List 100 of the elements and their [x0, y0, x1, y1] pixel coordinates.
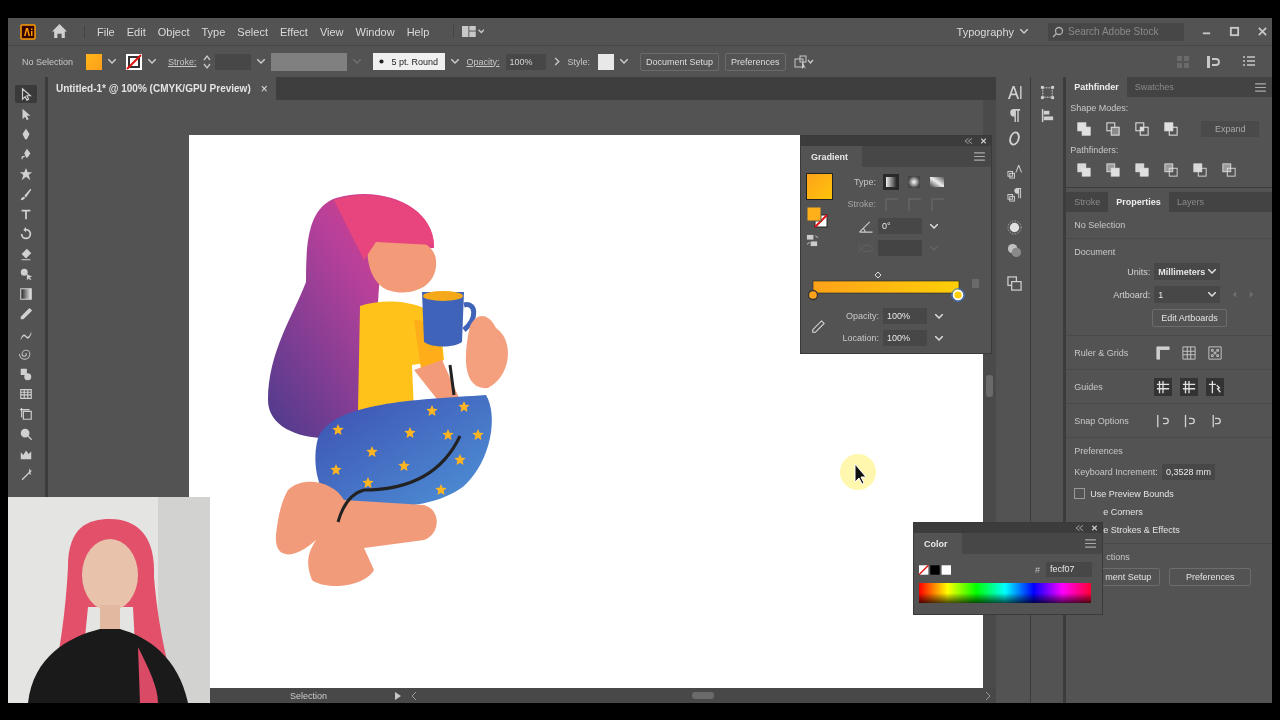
- caret-icon[interactable]: [148, 59, 156, 64]
- paragraph-styles-icon[interactable]: [1006, 187, 1022, 202]
- character-panel-icon[interactable]: [1006, 85, 1022, 100]
- search-field[interactable]: Search Adobe Stock: [1048, 22, 1184, 41]
- stroke-swatch[interactable]: [126, 53, 142, 70]
- menu-item[interactable]: Select: [231, 25, 274, 38]
- gradient-stop[interactable]: [807, 289, 819, 301]
- align-panel-icon[interactable]: [1039, 108, 1055, 123]
- opacity-field[interactable]: 100%: [883, 308, 927, 324]
- checkbox-label[interactable]: Use Preview Bounds: [1090, 488, 1174, 499]
- fill-stroke-swatch-icon[interactable]: [806, 206, 828, 228]
- home-icon[interactable]: [51, 23, 68, 40]
- transparency-icon[interactable]: [1006, 243, 1022, 258]
- close-icon[interactable]: [980, 138, 987, 144]
- scroll-left-icon[interactable]: [410, 691, 417, 700]
- option-toggle-icon[interactable]: [1180, 377, 1199, 396]
- menu-item[interactable]: Edit: [120, 25, 152, 38]
- fill-swatch[interactable]: [86, 53, 102, 70]
- checkbox-label[interactable]: e Strokes & Effects: [1103, 525, 1180, 535]
- style-swatch[interactable]: [598, 53, 615, 70]
- option-toggle-icon[interactable]: [1154, 343, 1173, 362]
- menu-item[interactable]: Window: [349, 25, 401, 38]
- spinner-icon[interactable]: [202, 53, 211, 70]
- stroke-label[interactable]: Stroke:: [168, 56, 197, 67]
- radial-gradient-button[interactable]: [906, 174, 922, 190]
- opacity-field[interactable]: 100%: [505, 53, 546, 70]
- angle-field[interactable]: 0°: [878, 218, 922, 234]
- collapse-icon[interactable]: [1076, 525, 1083, 531]
- select-similar-icon[interactable]: [793, 54, 814, 69]
- option-toggle-icon[interactable]: [1180, 343, 1199, 362]
- appearance-icon[interactable]: [1006, 220, 1022, 235]
- toolbar-button[interactable]: Document Setup: [640, 52, 720, 71]
- panel-tab[interactable]: Color: [914, 533, 962, 554]
- panel-menu-icon[interactable]: [974, 152, 985, 161]
- hex-field[interactable]: fecf07: [1046, 562, 1092, 577]
- option-toggle-icon[interactable]: [1206, 343, 1225, 362]
- status-tool[interactable]: Selection: [289, 690, 390, 701]
- caret-icon[interactable]: [256, 59, 265, 64]
- option-toggle-icon[interactable]: [1206, 377, 1225, 396]
- panel-menu-icon[interactable]: [1242, 54, 1256, 69]
- menu-item[interactable]: Effect: [273, 25, 314, 38]
- opacity-label[interactable]: Opacity:: [466, 56, 500, 67]
- panel-tab[interactable]: Pathfinder: [1066, 77, 1127, 97]
- caret-icon[interactable]: [930, 223, 938, 229]
- scrollbar-thumb[interactable]: [691, 692, 714, 699]
- option-toggle-icon[interactable]: [1154, 377, 1173, 396]
- play-icon[interactable]: [394, 691, 401, 700]
- panel-tab[interactable]: Gradient: [801, 146, 862, 167]
- glyphs-panel-icon[interactable]: [1006, 131, 1022, 146]
- menu-item[interactable]: Type: [195, 25, 232, 38]
- gradient-ramp[interactable]: [812, 280, 960, 294]
- panel-menu-icon[interactable]: [1085, 539, 1096, 548]
- transform-panel-icon[interactable]: [1039, 85, 1055, 100]
- pathfinder-icon[interactable]: [1077, 163, 1092, 177]
- menu-item[interactable]: View: [313, 25, 350, 38]
- workspace-switcher[interactable]: Typography: [956, 25, 1014, 38]
- keyboard-increment-field[interactable]: 0,3528 mm: [1161, 464, 1215, 480]
- checkbox-label[interactable]: e Corners: [1103, 507, 1143, 517]
- location-field[interactable]: 100%: [883, 330, 927, 346]
- gradient-fill-swatch[interactable]: [806, 173, 833, 200]
- panel-menu-icon[interactable]: [1255, 82, 1266, 92]
- pathfinder-icon[interactable]: [1164, 163, 1179, 177]
- scroll-right-icon[interactable]: [985, 691, 992, 700]
- maximize-icon[interactable]: [1229, 26, 1240, 37]
- caret-icon[interactable]: [450, 59, 459, 64]
- document-tab[interactable]: Untitled-1* @ 100% (CMYK/GPU Preview) ×: [47, 77, 276, 100]
- linear-gradient-button[interactable]: [883, 174, 899, 190]
- character-styles-icon[interactable]: [1006, 164, 1022, 179]
- app-logo-icon[interactable]: [20, 23, 36, 40]
- quick-action-button[interactable]: ment Setup: [1103, 568, 1161, 586]
- reverse-gradient-icon[interactable]: [806, 234, 819, 247]
- caret-icon[interactable]: [108, 59, 116, 64]
- panel-tab[interactable]: Properties: [1108, 192, 1169, 212]
- artboards-panel-icon[interactable]: [1006, 276, 1022, 291]
- caret-icon[interactable]: [935, 335, 943, 341]
- checkbox[interactable]: [1074, 488, 1086, 499]
- chevron-icon[interactable]: [553, 57, 560, 66]
- scrollbar-thumb[interactable]: [986, 375, 994, 397]
- caret-icon[interactable]: [1020, 29, 1028, 34]
- pathfinder-icon[interactable]: [1193, 163, 1208, 177]
- shape-mode-icon[interactable]: [1135, 122, 1150, 136]
- close-icon[interactable]: [1257, 26, 1268, 37]
- brush-field[interactable]: 5 pt. Round: [372, 53, 445, 70]
- units-dropdown[interactable]: Millimeters: [1154, 263, 1221, 280]
- eyedropper-icon[interactable]: [811, 320, 825, 334]
- artboard-dropdown[interactable]: 1: [1154, 286, 1221, 303]
- caret-icon[interactable]: [935, 313, 943, 319]
- gradient-stop[interactable]: [951, 288, 965, 302]
- shape-mode-icon[interactable]: [1164, 122, 1179, 136]
- freeform-gradient-button[interactable]: [929, 174, 945, 190]
- midpoint-handle[interactable]: [874, 271, 882, 279]
- variable-width-field[interactable]: [270, 52, 347, 71]
- tool-button[interactable]: [15, 85, 38, 103]
- pathfinder-icon[interactable]: [1135, 163, 1150, 177]
- close-icon[interactable]: [1091, 525, 1098, 531]
- menu-item[interactable]: Help: [400, 25, 436, 38]
- menu-item[interactable]: File: [91, 25, 121, 38]
- caret-icon[interactable]: [620, 59, 629, 64]
- edit-artboards-button[interactable]: Edit Artboards: [1152, 309, 1227, 327]
- layout-icon[interactable]: [453, 25, 485, 38]
